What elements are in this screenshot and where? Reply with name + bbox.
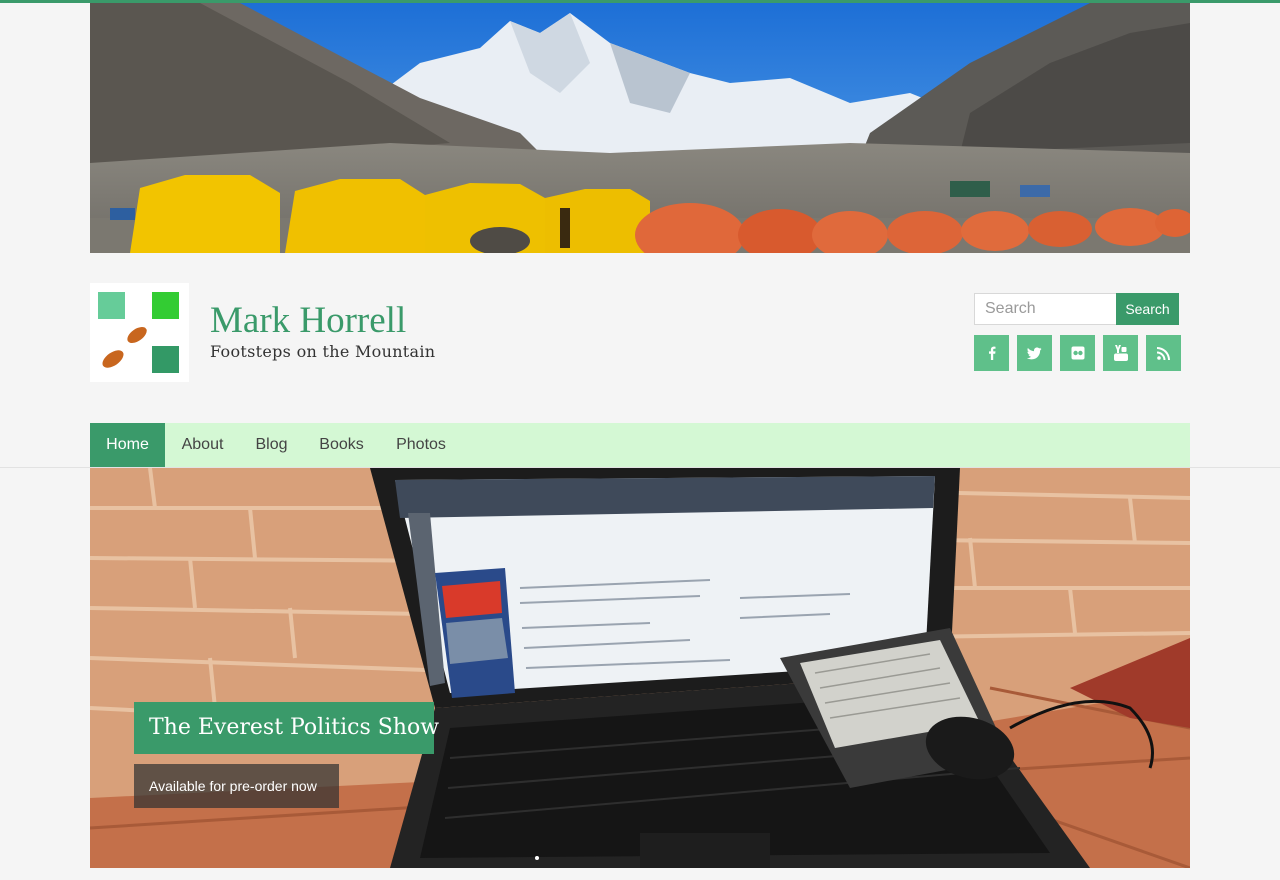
nav-item-photos[interactable]: Photos [380,423,462,467]
flickr-icon [1071,346,1084,360]
facebook-icon [988,346,995,360]
search-button[interactable]: Search [1116,293,1179,325]
rss-button[interactable] [1146,335,1181,371]
nav-item-about[interactable]: About [165,423,240,467]
hero-slide-image[interactable] [90,468,1190,868]
main-navigation: Home About Blog Books Photos [90,423,1190,467]
slide-title[interactable]: The Everest Politics Show [134,702,439,754]
nav-item-home[interactable]: Home [90,423,165,467]
nav-item-blog[interactable]: Blog [240,423,303,467]
site-tagline: Footsteps on the Mountain [210,342,436,361]
twitter-button[interactable] [1017,335,1052,371]
rss-icon [1157,346,1170,360]
youtube-button[interactable] [1103,335,1138,371]
slide-caption: Available for pre-order now [134,764,339,808]
twitter-icon [1027,347,1042,360]
nav-item-books[interactable]: Books [303,423,380,467]
flickr-button[interactable] [1060,335,1095,371]
header-banner-image [90,3,1190,253]
facebook-button[interactable] [974,335,1009,371]
search-input[interactable] [974,293,1117,325]
site-logo[interactable] [90,283,189,382]
site-title[interactable]: Mark Horrell [210,299,406,343]
slider-pager-dot[interactable] [535,856,539,860]
youtube-icon [1113,345,1128,361]
